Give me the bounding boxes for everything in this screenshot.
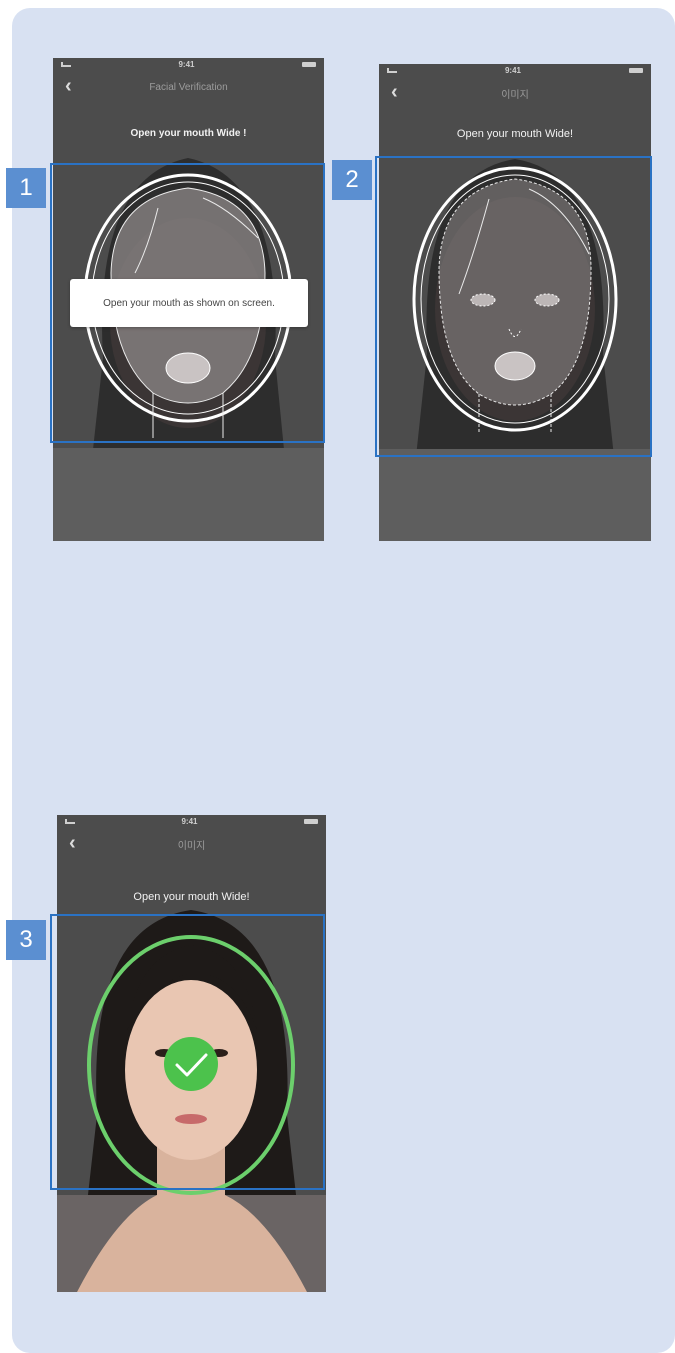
chevron-left-icon[interactable]: ‹	[65, 76, 72, 96]
battery-icon	[628, 67, 643, 73]
instruction-text: Open your mouth Wide!	[456, 128, 574, 140]
battery-icon	[301, 61, 316, 67]
chevron-left-icon[interactable]: ‹	[391, 82, 398, 102]
highlight-box-step-2	[375, 156, 652, 457]
status-bar: 9:41	[53, 58, 324, 70]
status-bar: 9:41	[379, 64, 651, 76]
highlight-box-step-1	[50, 163, 325, 443]
signal-icon	[61, 61, 71, 67]
highlight-box-step-3	[50, 914, 325, 1190]
navigation-bar: ‹ 이미지	[379, 78, 651, 108]
status-time: 9:41	[178, 59, 195, 69]
step-badge-3: 3	[6, 920, 46, 960]
status-time: 9:41	[504, 65, 521, 75]
signal-icon	[387, 67, 397, 73]
instruction-text: Open your mouth Wide !	[130, 128, 247, 139]
nav-title: Facial Verification	[149, 81, 228, 93]
step-badge-2: 2	[332, 160, 372, 200]
nav-title: 이미지	[501, 89, 529, 101]
step-badge-1: 1	[6, 168, 46, 208]
navigation-bar: ‹ Facial Verification	[53, 72, 324, 102]
